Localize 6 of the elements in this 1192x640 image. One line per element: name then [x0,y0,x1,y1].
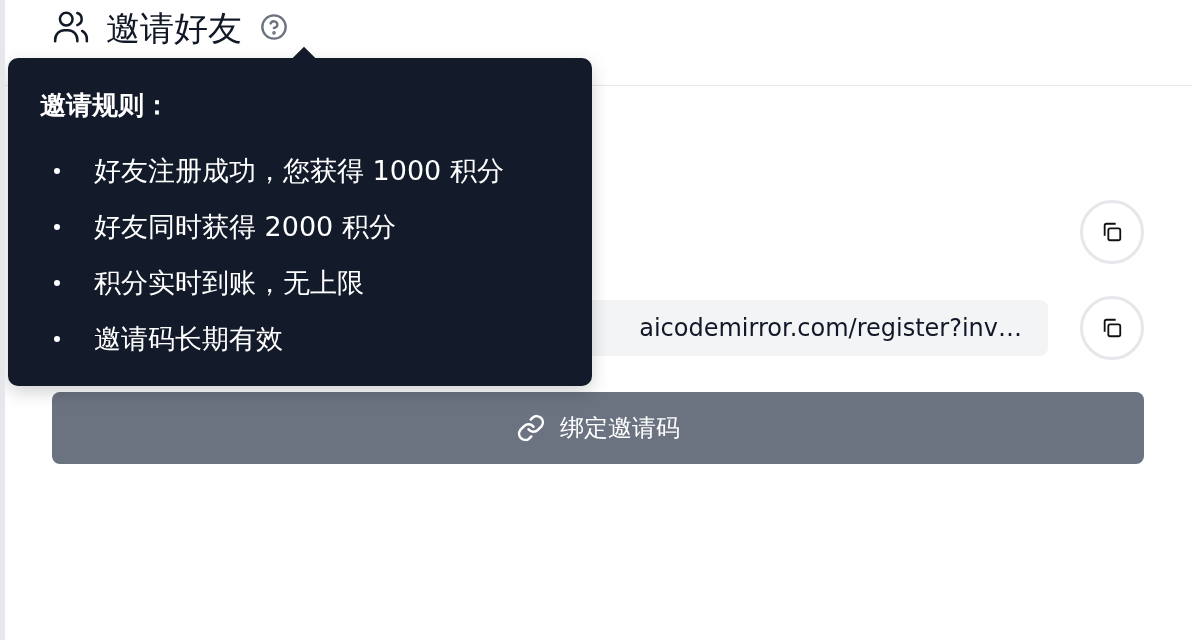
rule-text: 积分实时到账，无上限 [94,266,364,300]
rule-text: 好友同时获得 2000 积分 [94,210,396,244]
page-title: 邀请好友 [106,7,242,50]
rule-text: 好友注册成功，您获得 1000 积分 [94,154,504,188]
rule-text: 邀请码长期有效 [94,322,283,356]
tooltip-title: 邀请规则： [40,89,171,122]
